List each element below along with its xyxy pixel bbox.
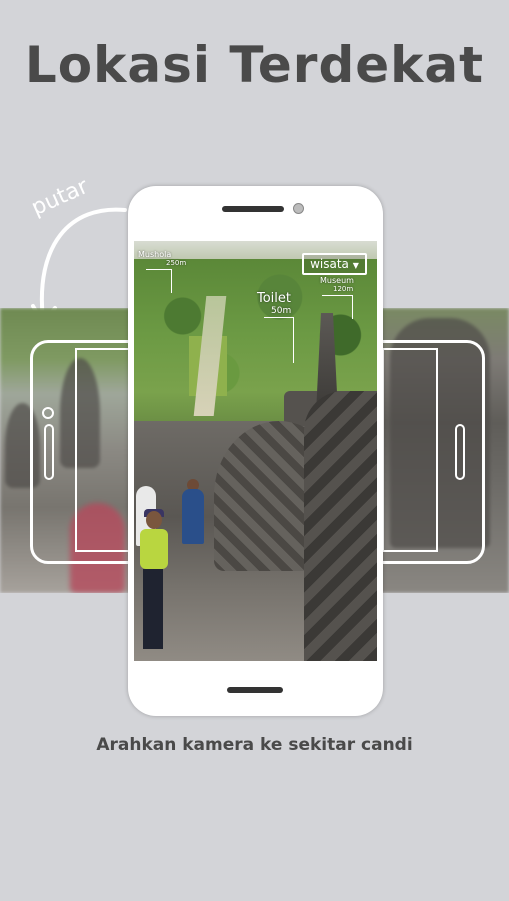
- left-phone-screen-outline: [75, 348, 134, 552]
- ar-marker-museum-name[interactable]: Museum: [320, 277, 354, 285]
- ar-marker-mushola-name[interactable]: Mushola: [138, 251, 171, 259]
- phone-speaker: [222, 206, 284, 212]
- phone-home-button: [227, 687, 283, 693]
- left-phone-camera-outline: [42, 407, 54, 419]
- left-phone-button-outline: [44, 424, 54, 480]
- instruction-caption: Arahkan kamera ke sekitar candi: [96, 735, 413, 755]
- category-filter-dropdown[interactable]: wisata ▼: [302, 253, 367, 275]
- ar-camera-view[interactable]: Mushola 250m Toilet 50m Museum 120m wisa…: [134, 241, 377, 661]
- ar-marker-toilet-distance: 50m: [271, 306, 292, 316]
- page-title: Lokasi Terdekat: [24, 36, 485, 94]
- phone-mockup: Mushola 250m Toilet 50m Museum 120m wisa…: [128, 186, 383, 716]
- phone-camera-icon: [293, 203, 304, 214]
- caret-down-icon: ▼: [352, 261, 359, 270]
- ar-marker-toilet-name[interactable]: Toilet: [257, 292, 291, 305]
- category-filter-label: wisata: [310, 257, 349, 271]
- right-phone-button-outline: [455, 424, 465, 480]
- ar-marker-mushola-distance: 250m: [166, 259, 187, 267]
- right-phone-screen-outline: [382, 348, 438, 552]
- ar-marker-museum-distance: 120m: [333, 285, 354, 293]
